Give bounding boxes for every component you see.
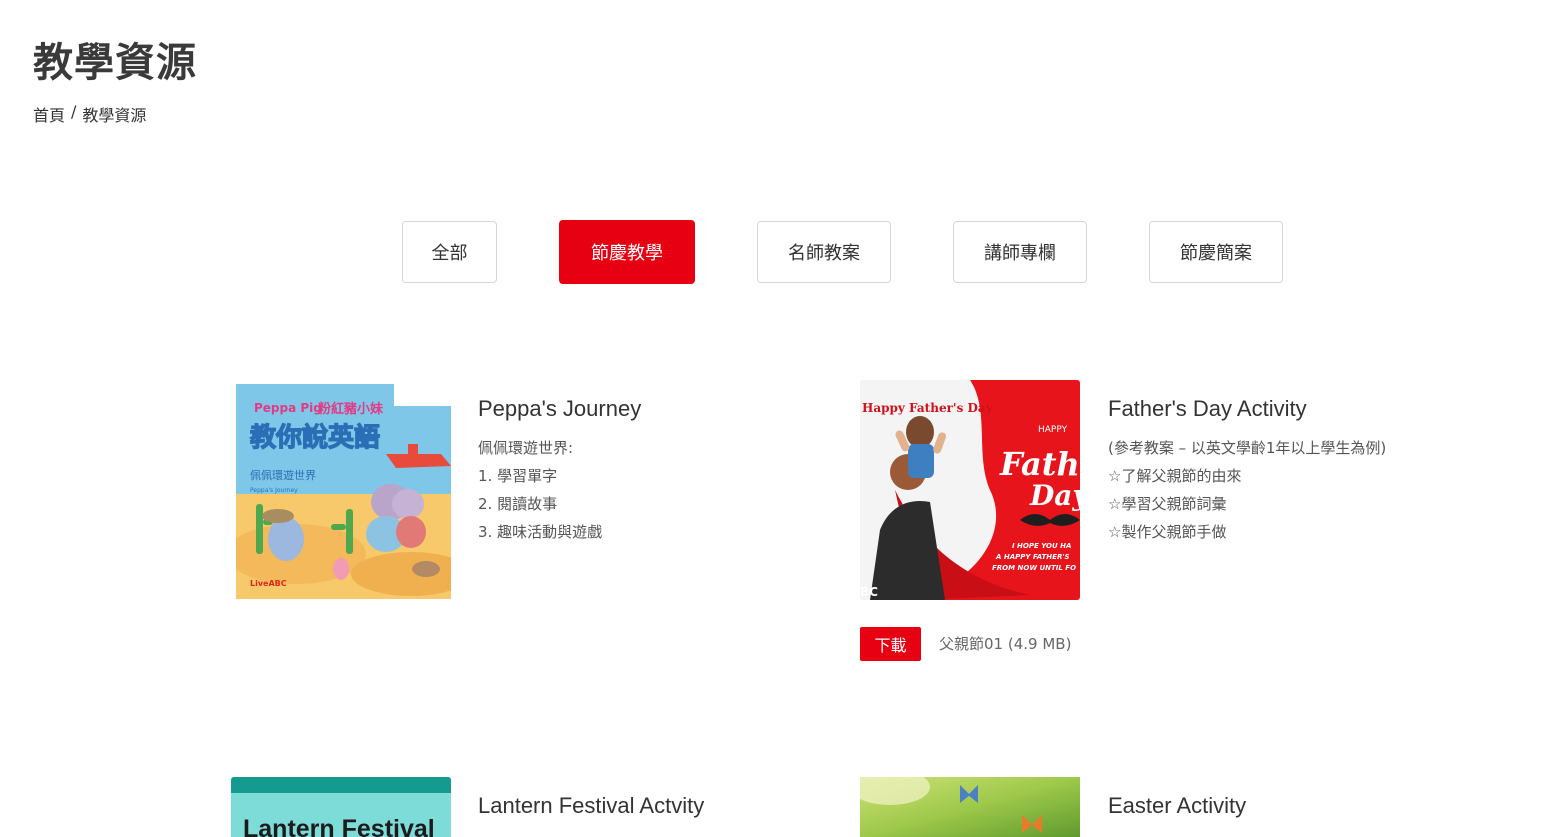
fathers-day-big-word2: Day xyxy=(1029,479,1080,512)
peppa-cn-subtitle-text: 教你說英語 xyxy=(250,422,380,453)
page-title: 教學資源 xyxy=(33,40,197,86)
card-title-easter[interactable]: Easter Activity xyxy=(1108,793,1246,819)
card-desc-line: ☆製作父親節手做 xyxy=(1108,523,1227,541)
card-title-peppa-journey[interactable]: Peppa's Journey xyxy=(478,396,641,422)
card-desc-line: 1. 學習單字 xyxy=(478,467,558,485)
card-title-lantern-festival[interactable]: Lantern Festival Actvity xyxy=(478,793,704,819)
peppa-cover-image: Peppa Pig 粉紅豬小妹 教你說英語 佩佩環遊世界 Peppa's Jou… xyxy=(236,384,451,599)
download-button[interactable]: 下載 xyxy=(860,627,921,661)
filter-teacher-plans-button[interactable]: 名師教案 xyxy=(757,221,891,283)
filter-all-button[interactable]: 全部 xyxy=(402,221,497,283)
peppa-cn-title-text: 粉紅豬小妹 xyxy=(318,401,384,417)
peppa-brand-text: Peppa Pig xyxy=(254,401,322,415)
card-description-peppa-journey: 佩佩環遊世界: 1. 學習單字 2. 閱讀故事 3. 趣味活動與遊戲 xyxy=(478,434,602,546)
filter-instructor-column-button[interactable]: 講師專欄 xyxy=(953,221,1087,283)
breadcrumb: 首頁 / 教學資源 xyxy=(33,102,146,126)
filter-festival-teaching-button[interactable]: 節慶教學 xyxy=(559,220,695,284)
lantern-festival-cover-image: Lantern Festival xyxy=(231,777,451,837)
fathers-day-small-text1: I HOPE YOU HA xyxy=(1012,542,1071,550)
card-desc-line: ☆了解父親節的由來 xyxy=(1108,467,1242,485)
card-desc-line: 佩佩環遊世界: xyxy=(478,439,574,457)
fathers-day-big-word1: Father xyxy=(999,445,1080,483)
peppa-sub-text: 佩佩環遊世界 xyxy=(250,468,316,482)
card-desc-line: (參考教案 – 以英文學齡1年以上學生為例) xyxy=(1108,439,1387,457)
easter-thumbnail[interactable] xyxy=(860,777,1080,837)
fathers-day-happy-text: HAPPY xyxy=(1038,425,1068,435)
fathers-day-small-text3: FROM NOW UNTIL FO xyxy=(992,564,1076,572)
fathers-day-thumbnail[interactable]: Happy Father's Day HAPPY Father Day I HO… xyxy=(860,380,1080,600)
peppa-journey-thumbnail[interactable]: Peppa Pig 粉紅豬小妹 教你說英語 佩佩環遊世界 Peppa's Jou… xyxy=(236,384,451,599)
lantern-festival-thumbnail[interactable]: Lantern Festival xyxy=(231,777,451,837)
fathers-day-corner-logo: BC xyxy=(860,585,878,599)
filter-festival-brief-button[interactable]: 節慶簡案 xyxy=(1149,221,1283,283)
card-desc-line: 3. 趣味活動與遊戲 xyxy=(478,523,603,541)
card-description-fathers-day: (參考教案 – 以英文學齡1年以上學生為例) ☆了解父親節的由來 ☆學習父親節詞… xyxy=(1108,434,1386,546)
card-desc-line: ☆學習父親節詞彙 xyxy=(1108,495,1227,513)
peppa-publisher-logo: LiveABC xyxy=(250,579,287,588)
fathers-day-small-text2: A HAPPY FATHER'S xyxy=(995,553,1070,561)
breadcrumb-home-link[interactable]: 首頁 xyxy=(33,102,65,126)
fathers-day-banner-text: Happy Father's Day xyxy=(862,401,994,415)
breadcrumb-separator: / xyxy=(71,102,77,121)
card-title-fathers-day[interactable]: Father's Day Activity xyxy=(1108,396,1307,422)
card-desc-line: 2. 閱讀故事 xyxy=(478,495,558,513)
lantern-festival-cover-text: Lantern Festival xyxy=(243,815,435,837)
easter-cover-image xyxy=(860,777,1080,837)
peppa-sub-en-text: Peppa's Journey xyxy=(250,487,298,494)
download-file-label: 父親節01 (4.9 MB) xyxy=(939,635,1072,653)
breadcrumb-current: 教學資源 xyxy=(82,106,147,125)
fathers-day-cover-image: Happy Father's Day HAPPY Father Day I HO… xyxy=(860,380,1080,600)
